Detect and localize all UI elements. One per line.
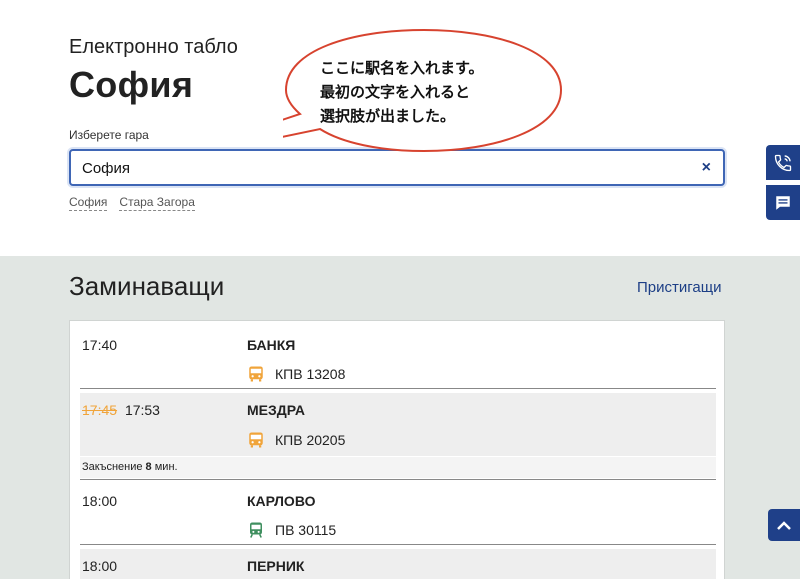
delay-unit: мин. — [154, 461, 178, 473]
annotation-text: ここに駅名を入れます。 最初の文字を入れると 選択肢が出ました。 — [320, 56, 550, 128]
scroll-top-button[interactable] — [768, 509, 800, 541]
page-title: София — [69, 64, 194, 105]
delay-label: Закъснение — [82, 461, 143, 473]
departure-row[interactable]: 17:45 17:53 МЕЗДРА КПВ 20205 Закъснение … — [70, 390, 726, 480]
destination: ПЕРНИК — [247, 558, 305, 574]
row-divider — [80, 388, 716, 389]
destination: БАНКЯ — [247, 337, 296, 353]
bus-icon — [249, 432, 263, 448]
phone-button[interactable] — [766, 145, 800, 180]
delay-note: Закъснение 8 мин. — [82, 461, 178, 473]
departure-time: 18:00 — [82, 493, 118, 509]
station-field-label: Изберете гара — [69, 128, 149, 142]
train-number: КПВ 20205 — [275, 432, 346, 448]
scheduled-time: 17:45 — [82, 402, 118, 418]
phone-icon — [774, 154, 792, 171]
actual-time: 17:53 — [124, 402, 160, 418]
station-suggestions: София Стара Загора — [69, 195, 195, 211]
train-number: КПВ 13208 — [275, 366, 346, 382]
train-info: КПВ 13208 — [247, 365, 345, 383]
arrivals-link[interactable]: Пристигащи — [637, 279, 721, 296]
chevron-up-icon — [777, 521, 791, 530]
annotation-line-2: 最初の文字を入れると — [320, 83, 471, 101]
departure-time: 18:00 — [82, 558, 118, 574]
annotation-line-1: ここに駅名を入れます。 — [320, 59, 484, 77]
train-icon — [250, 522, 262, 538]
chat-button[interactable] — [766, 185, 800, 220]
row-divider — [80, 479, 716, 480]
clear-icon[interactable]: × — [702, 159, 711, 177]
chat-icon — [776, 195, 790, 210]
departure-time: 17:40 — [82, 337, 118, 353]
bus-icon — [249, 366, 263, 382]
departure-row[interactable]: 17:40 БАНКЯ КПВ 13208 — [70, 321, 726, 389]
departures-board: 17:40 БАНКЯ КПВ 13208 17:45 17:53 МЕЗДРА — [69, 320, 725, 579]
search-value[interactable]: София — [82, 160, 130, 177]
train-info: КПВ 20205 — [247, 431, 345, 449]
page-subtitle: Електронно табло — [69, 36, 238, 58]
suggestion-stara-zagora[interactable]: Стара Загора — [119, 195, 195, 211]
departure-time-delayed: 17:45 17:53 — [82, 402, 160, 418]
row-divider — [80, 544, 716, 545]
suggestion-sofia[interactable]: София — [69, 195, 108, 211]
departures-title: Заминаващи — [69, 271, 225, 301]
annotation-line-3: 選択肢が出ました。 — [320, 107, 456, 125]
destination: КАРЛОВО — [247, 493, 316, 509]
row-highlight — [80, 549, 716, 579]
row-highlight — [80, 393, 716, 456]
train-info: ПВ 30115 — [247, 521, 336, 539]
delay-minutes: 8 — [145, 461, 152, 473]
train-number: ПВ 30115 — [275, 522, 337, 538]
departure-row[interactable]: 18:00 ПЕРНИК — [70, 546, 726, 579]
departure-row[interactable]: 18:00 КАРЛОВО ПВ 30115 — [70, 481, 726, 545]
destination: МЕЗДРА — [247, 402, 305, 418]
